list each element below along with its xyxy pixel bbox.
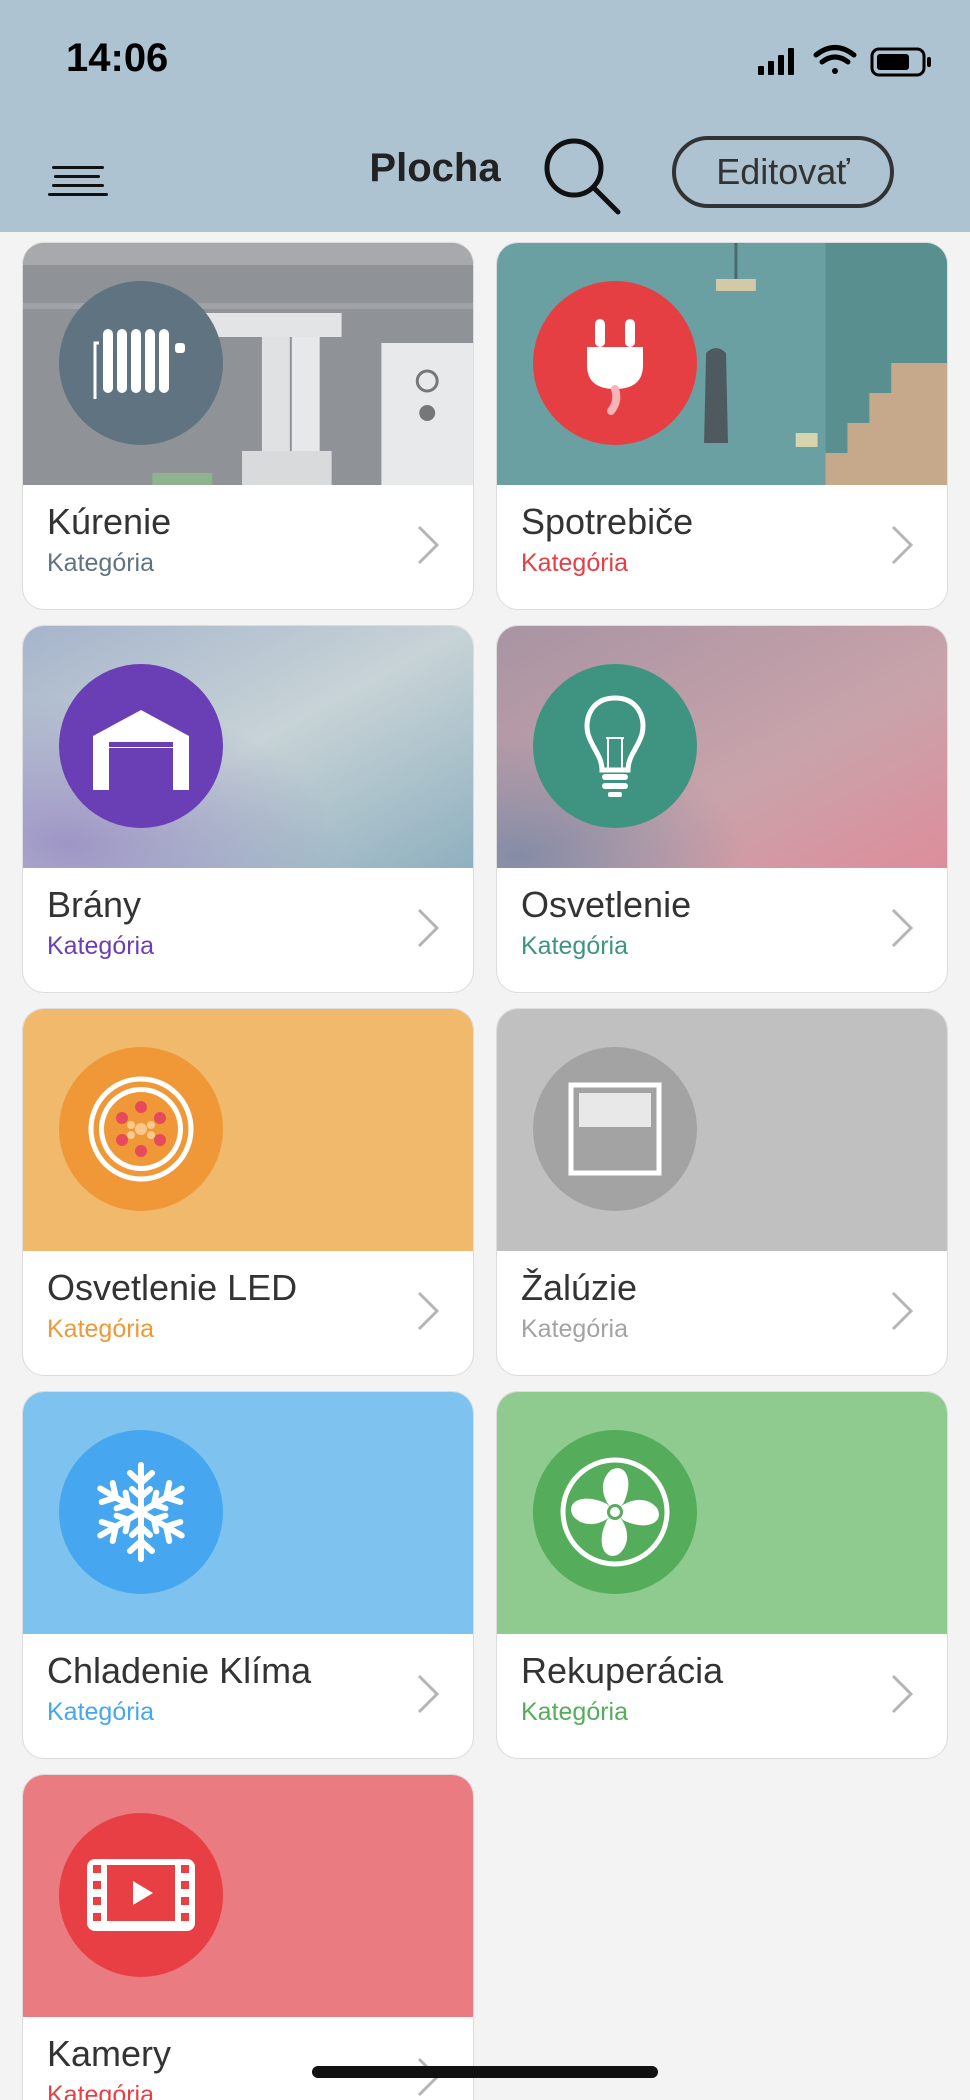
card-subtitle: Kategória xyxy=(521,932,629,960)
chevron-right-icon xyxy=(417,525,440,565)
card-title: Kúrenie xyxy=(47,501,172,542)
snowflake-icon xyxy=(59,1430,223,1594)
bulb-icon xyxy=(533,664,697,828)
card-title: Rekuperácia xyxy=(521,1650,724,1691)
category-card-rekuperacia[interactable]: Rekuperácia Kategória xyxy=(496,1391,948,1759)
radiator-icon xyxy=(59,281,223,445)
card-subtitle: Kategória xyxy=(521,549,629,577)
edit-button[interactable]: Editovať xyxy=(672,136,894,208)
battery-icon xyxy=(870,47,931,77)
menu-button[interactable] xyxy=(48,166,108,196)
status-icons xyxy=(758,45,931,77)
category-card-chladenie-klima[interactable]: Chladenie Klíma Kategória xyxy=(22,1391,474,1759)
card-subtitle: Kategória xyxy=(47,2081,155,2100)
card-title: Osvetlenie LED xyxy=(47,1267,298,1308)
chevron-right-icon xyxy=(891,1674,914,1714)
led-icon xyxy=(59,1047,223,1211)
home-indicator[interactable] xyxy=(312,2066,658,2078)
card-title: Osvetlenie xyxy=(521,884,692,925)
category-card-brany[interactable]: Brány Kategória xyxy=(22,625,474,993)
card-title: Brány xyxy=(47,884,142,925)
card-title: Kamery xyxy=(47,2033,172,2074)
plug-icon xyxy=(533,281,697,445)
fan-icon xyxy=(533,1430,697,1594)
card-subtitle: Kategória xyxy=(521,1315,629,1343)
card-title: Žalúzie xyxy=(521,1267,638,1308)
wifi-icon xyxy=(813,45,857,74)
card-subtitle: Kategória xyxy=(47,1315,155,1343)
chevron-right-icon xyxy=(891,525,914,565)
card-subtitle: Kategória xyxy=(521,1698,629,1726)
card-subtitle: Kategória xyxy=(47,1698,155,1726)
status-time: 14:06 xyxy=(66,36,169,80)
category-card-osvetlenie-led[interactable]: Osvetlenie LED Kategória xyxy=(22,1008,474,1376)
category-card-osvetlenie[interactable]: Osvetlenie Kategória xyxy=(496,625,948,993)
search-icon[interactable] xyxy=(540,134,622,216)
category-card-kurenie[interactable]: Kúrenie Kategória xyxy=(22,242,474,610)
category-grid: Kúrenie Kategória Spotrebiče Kategória B… xyxy=(0,232,970,2100)
chevron-right-icon xyxy=(417,908,440,948)
cellular-signal-icon xyxy=(758,48,794,75)
video-icon xyxy=(59,1813,223,1977)
top-header: 14:06 Plocha Editovať xyxy=(0,0,970,232)
garage-icon xyxy=(59,664,223,828)
category-card-zaluzie[interactable]: Žalúzie Kategória xyxy=(496,1008,948,1376)
category-card-spotrebice[interactable]: Spotrebiče Kategória xyxy=(496,242,948,610)
chevron-right-icon xyxy=(417,1674,440,1714)
card-title: Spotrebiče xyxy=(521,501,694,542)
category-card-kamery[interactable]: Kamery Kategória xyxy=(22,1774,474,2100)
blinds-icon xyxy=(533,1047,697,1211)
page-title: Plocha xyxy=(369,146,501,190)
card-subtitle: Kategória xyxy=(47,932,155,960)
chevron-right-icon xyxy=(417,1291,440,1331)
chevron-right-icon xyxy=(891,1291,914,1331)
card-subtitle: Kategória xyxy=(47,549,155,577)
card-title: Chladenie Klíma xyxy=(47,1650,312,1691)
chevron-right-icon xyxy=(891,908,914,948)
